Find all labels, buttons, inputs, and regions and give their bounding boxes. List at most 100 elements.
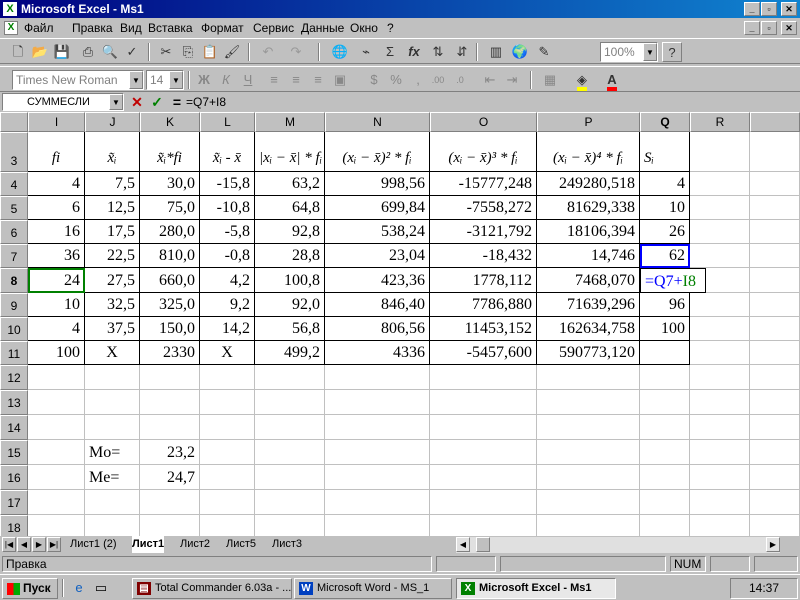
function-icon[interactable]: fx	[404, 42, 424, 62]
cell[interactable]	[255, 415, 325, 440]
cell[interactable]: -5,8	[200, 220, 255, 244]
column-header-p[interactable]: P	[537, 112, 640, 132]
cell[interactable]	[750, 244, 800, 268]
cell[interactable]	[28, 365, 85, 390]
menu-file[interactable]: Файл	[24, 21, 54, 35]
cell[interactable]: 11453,152	[430, 317, 537, 341]
cell[interactable]: 96	[640, 293, 690, 317]
cell[interactable]: 325,0	[140, 293, 200, 317]
cell[interactable]	[690, 440, 750, 465]
cell[interactable]	[140, 365, 200, 390]
cell[interactable]: 806,56	[325, 317, 430, 341]
cell[interactable]: X	[200, 341, 255, 365]
cell[interactable]	[325, 390, 430, 415]
header-cell[interactable]: |xᵢ − x̄| * fᵢ	[255, 132, 325, 172]
column-header-o[interactable]: O	[430, 112, 537, 132]
new-file-icon[interactable]: 🗋	[8, 42, 28, 62]
cell[interactable]	[430, 515, 537, 536]
sort-ascending-icon[interactable]: ⇅	[428, 42, 448, 62]
cell[interactable]	[28, 490, 85, 515]
cell[interactable]: 4	[640, 172, 690, 196]
copy-icon[interactable]: ⎘	[178, 42, 198, 62]
menu-view[interactable]: Вид	[120, 21, 142, 35]
chevron-down-icon[interactable]: ▼	[643, 43, 657, 61]
increase-indent-icon[interactable]: ⇥	[502, 70, 522, 90]
font-combo[interactable]: Times New Roman ▼	[12, 70, 144, 90]
cell[interactable]: 14,2	[200, 317, 255, 341]
cell[interactable]	[690, 244, 750, 268]
cell[interactable]	[690, 490, 750, 515]
align-right-icon[interactable]: ≡	[308, 70, 328, 90]
cell[interactable]	[690, 196, 750, 220]
cell[interactable]	[750, 220, 800, 244]
cell[interactable]	[690, 220, 750, 244]
cell[interactable]	[690, 365, 750, 390]
cell[interactable]: 37,5	[85, 317, 140, 341]
cell[interactable]: 92,8	[255, 220, 325, 244]
chevron-down-icon[interactable]: ▼	[129, 71, 143, 89]
cell[interactable]: 4	[28, 317, 85, 341]
cell[interactable]: 280,0	[140, 220, 200, 244]
save-icon[interactable]: 💾	[52, 42, 72, 62]
menu-data[interactable]: Данные	[301, 21, 344, 35]
zoom-combo[interactable]: 100% ▼	[600, 42, 658, 62]
cell[interactable]	[640, 390, 690, 415]
cell[interactable]: -18,432	[430, 244, 537, 268]
cell[interactable]	[750, 132, 800, 172]
cell[interactable]: 24	[28, 268, 85, 293]
column-header-l[interactable]: L	[200, 112, 255, 132]
title-bar[interactable]: X Microsoft Excel - Ms1 _ ▫ ✕	[0, 0, 800, 18]
cell[interactable]: 1778,112	[430, 268, 537, 293]
cell[interactable]: 150,0	[140, 317, 200, 341]
cell[interactable]	[430, 365, 537, 390]
cell[interactable]	[537, 390, 640, 415]
cell[interactable]: 423,36	[325, 268, 430, 293]
cell[interactable]: 660,0	[140, 268, 200, 293]
cell[interactable]: 62	[640, 244, 690, 268]
menu-insert[interactable]: Вставка	[148, 21, 193, 35]
office-assistant-icon[interactable]: ?	[662, 42, 682, 62]
cell[interactable]	[537, 415, 640, 440]
row-header-3[interactable]: 3	[0, 132, 28, 172]
row-header-4[interactable]: 4	[0, 172, 28, 196]
cell[interactable]: 249280,518	[537, 172, 640, 196]
sort-descending-icon[interactable]: ⇵	[452, 42, 472, 62]
cell[interactable]	[325, 415, 430, 440]
cut-icon[interactable]: ✂	[156, 42, 176, 62]
column-header-q[interactable]: Q	[640, 112, 690, 132]
column-header-j[interactable]: J	[85, 112, 140, 132]
cell[interactable]: 23,04	[325, 244, 430, 268]
cell[interactable]: 12,5	[85, 196, 140, 220]
minimize-button[interactable]: _	[744, 2, 760, 16]
cell[interactable]	[690, 415, 750, 440]
header-cell[interactable]: Sᵢ	[640, 132, 690, 172]
cell[interactable]: 7,5	[85, 172, 140, 196]
row-header-7[interactable]: 7	[0, 244, 28, 268]
row-header-11[interactable]: 11	[0, 341, 28, 365]
merge-center-icon[interactable]: ▣	[330, 70, 350, 90]
cell[interactable]	[140, 415, 200, 440]
select-all-corner[interactable]	[0, 112, 28, 132]
cell[interactable]	[537, 515, 640, 536]
doc-close-button[interactable]: ✕	[781, 21, 797, 35]
font-color-icon[interactable]: A	[602, 70, 622, 91]
cell[interactable]: 998,56	[325, 172, 430, 196]
cell[interactable]: 499,2	[255, 341, 325, 365]
close-button[interactable]: ✕	[781, 2, 797, 16]
column-header-r[interactable]: R	[690, 112, 750, 132]
cell[interactable]	[28, 390, 85, 415]
cell[interactable]	[28, 515, 85, 536]
cell[interactable]	[430, 390, 537, 415]
cell[interactable]: 590773,120	[537, 341, 640, 365]
row-header-13[interactable]: 13	[0, 390, 28, 415]
bold-icon[interactable]: Ж	[194, 70, 214, 90]
row-header-12[interactable]: 12	[0, 365, 28, 390]
cell[interactable]	[750, 172, 800, 196]
cell[interactable]	[200, 465, 255, 490]
cell[interactable]	[750, 196, 800, 220]
cell[interactable]: 36	[28, 244, 85, 268]
task-excel[interactable]: X Microsoft Excel - Ms1	[456, 578, 616, 599]
cell[interactable]	[750, 293, 800, 317]
format-painter-icon[interactable]: 🖌	[222, 42, 242, 62]
spelling-icon[interactable]: ✓	[122, 42, 142, 62]
